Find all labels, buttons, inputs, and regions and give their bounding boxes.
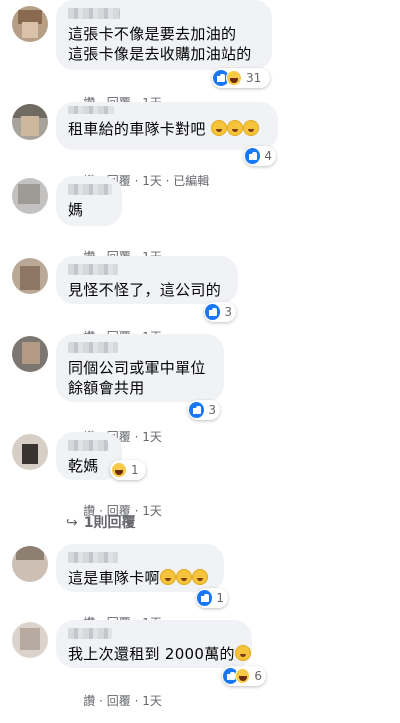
reaction-count[interactable]: 4 <box>244 146 276 166</box>
haha-reaction-icon <box>111 462 127 478</box>
comment-bubble: 媽 <box>56 176 122 226</box>
comment-bubble: 這張卡不像是要去加油的 這張卡像是去收購加油站的 <box>56 0 272 70</box>
comment-text: 租車給的車隊卡對吧 <box>68 119 266 139</box>
comment-text: 同個公司或軍中單位 餘額會共用 <box>68 359 206 397</box>
like-reaction-icon <box>189 402 205 418</box>
reaction-count[interactable]: 31 <box>212 68 270 88</box>
avatar[interactable] <box>12 336 48 372</box>
avatar[interactable] <box>12 6 48 42</box>
author-name[interactable] <box>68 106 114 114</box>
comment-text: 乾媽 <box>68 457 99 475</box>
author-name[interactable] <box>68 342 118 353</box>
avatar[interactable] <box>12 546 48 582</box>
timestamp[interactable]: 1天 <box>142 428 162 445</box>
avatar[interactable] <box>12 622 48 658</box>
crying-emoji <box>191 569 208 585</box>
comment-bubble: 見怪不怪了，這公司的 <box>56 256 238 304</box>
laughing-emoji <box>234 645 251 661</box>
reaction-count[interactable]: 1 <box>110 460 146 480</box>
crying-emoji <box>175 569 192 585</box>
edited-label[interactable]: 已編輯 <box>173 172 209 189</box>
haha-reaction-icon <box>226 70 242 86</box>
reaction-count[interactable]: 1 <box>196 588 228 608</box>
timestamp[interactable]: 1天 <box>142 502 162 519</box>
author-name[interactable] <box>68 440 108 451</box>
comment-text: 我上次還租到 2000萬的 <box>68 644 251 664</box>
reply-link[interactable]: 回覆 <box>107 692 131 709</box>
comment-actions: 讚 · 回覆 · 1天 <box>83 692 162 709</box>
haha-reaction-icon <box>235 668 251 684</box>
author-name[interactable] <box>68 628 112 639</box>
comment-bubble: 這是車隊卡啊 <box>56 544 224 592</box>
avatar[interactable] <box>12 434 48 470</box>
comment-text: 這張卡不像是要去加油的 這張卡像是去收購加油站的 <box>68 25 252 63</box>
comment-text: 媽 <box>68 201 84 219</box>
comment-bubble: 租車給的車隊卡對吧 <box>56 102 278 150</box>
laughing-emoji <box>242 120 259 136</box>
comment-text: 這是車隊卡啊 <box>68 568 212 588</box>
like-link[interactable]: 讚 <box>83 692 95 709</box>
author-name[interactable] <box>68 8 120 19</box>
author-name[interactable] <box>68 184 112 195</box>
author-name[interactable] <box>68 264 118 275</box>
like-reaction-icon <box>245 148 261 164</box>
comment-bubble: 我上次還租到 2000萬的 <box>56 620 252 668</box>
laughing-emoji <box>226 120 243 136</box>
comment-text: 見怪不怪了，這公司的 <box>68 281 222 299</box>
like-reaction-icon <box>205 304 221 320</box>
author-name[interactable] <box>68 552 118 563</box>
reaction-count[interactable]: 3 <box>188 400 220 420</box>
laughing-emoji <box>210 120 227 136</box>
avatar[interactable] <box>12 258 48 294</box>
view-replies-link[interactable]: ↪ 1則回覆 <box>66 512 135 532</box>
comment-bubble: 同個公司或軍中單位 餘額會共用 <box>56 334 224 402</box>
reply-arrow-icon: ↪ <box>66 515 78 531</box>
reaction-count[interactable]: 3 <box>204 302 236 322</box>
avatar[interactable] <box>12 178 48 214</box>
reaction-count[interactable]: 6 <box>222 666 266 686</box>
timestamp[interactable]: 1天 <box>142 692 162 709</box>
like-reaction-icon <box>197 590 213 606</box>
timestamp[interactable]: 1天 <box>142 172 162 189</box>
avatar[interactable] <box>12 104 48 140</box>
crying-emoji <box>159 569 176 585</box>
